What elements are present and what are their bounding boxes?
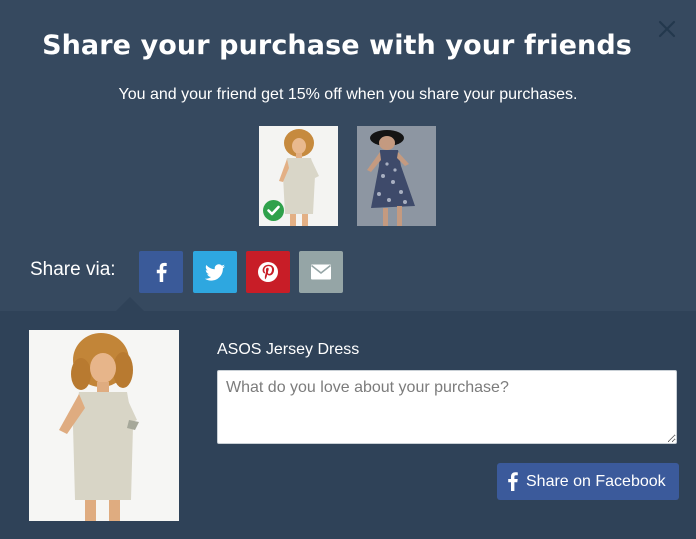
- share-facebook-button[interactable]: [139, 251, 183, 293]
- thumbnail-beige-dress[interactable]: [259, 126, 338, 226]
- modal-title: Share your purchase with your friends: [42, 30, 632, 61]
- comment-textarea[interactable]: [217, 370, 677, 444]
- product-image: [29, 330, 179, 521]
- floral-dress-thumbnail-image: [357, 126, 436, 226]
- twitter-icon: [204, 264, 225, 281]
- selected-check-badge: [263, 200, 284, 221]
- modal-subtitle: You and your friend get 15% off when you…: [118, 86, 578, 103]
- share-modal: Share your purchase with your friends Yo…: [0, 0, 696, 539]
- share-via-label: Share via:: [30, 259, 116, 280]
- share-email-button[interactable]: [299, 251, 343, 293]
- share-pinterest-button[interactable]: [246, 251, 290, 293]
- share-on-facebook-label: Share on Facebook: [526, 473, 666, 490]
- mail-icon: [311, 264, 331, 280]
- share-on-facebook-button[interactable]: Share on Facebook: [497, 463, 679, 500]
- facebook-icon: [156, 262, 167, 282]
- product-name: ASOS Jersey Dress: [217, 341, 360, 358]
- facebook-icon: [508, 472, 518, 491]
- thumbnail-floral-dress[interactable]: [357, 126, 436, 226]
- share-twitter-button[interactable]: [193, 251, 237, 293]
- product-photo: [29, 330, 179, 521]
- panel-pointer: [116, 297, 144, 311]
- pinterest-icon: [258, 262, 278, 282]
- checkmark-icon: [267, 205, 280, 216]
